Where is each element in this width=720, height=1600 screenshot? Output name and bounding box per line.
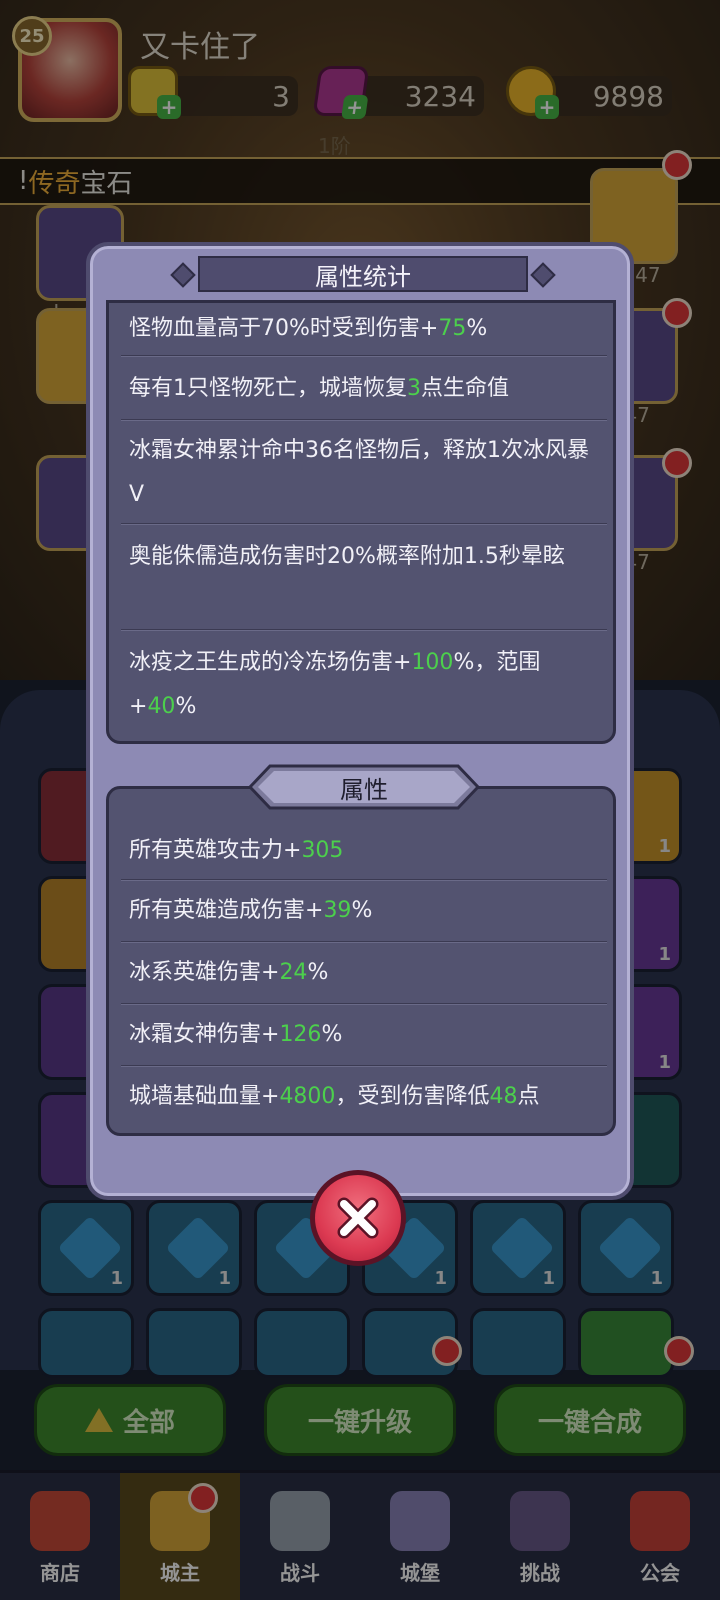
stat-suffix: 点生命值 [421,376,510,401]
attr-suffix: % [307,960,329,985]
stat-row: 冰霜女神累计命中36名怪物后，释放1次冰风暴V [129,429,599,517]
modal-title: 属性统计 [198,256,528,292]
stat-row: 冰疫之王生成的冷冻场伤害+100%，范围+40% [129,641,599,729]
attributes-title: 属性 [340,775,388,804]
divider [121,1065,607,1067]
divider [121,629,607,631]
attr-text: 城墙基础血量+ [129,1084,280,1109]
stat-suffix-2: % [175,694,197,719]
attributes-panel: 所有英雄攻击力+305 所有英雄造成伤害+39% 冰系英雄伤害+24% 冰霜女神… [106,786,616,1136]
attr-row: 冰霜女神伤害+126% [129,1013,599,1057]
stat-row: 奥能侏儒造成伤害时20%概率附加1.5秒晕眩 [129,535,599,579]
attr-value: 24 [279,960,308,985]
stats-panel[interactable]: 怪物血量高于70%时受到伤害+75% 每有1只怪物死亡，城墙恢复3点生命值 冰霜… [106,300,616,744]
attr-suffix: ，受到伤害降低 [335,1084,490,1109]
attr-value: 126 [279,1022,322,1047]
close-icon [337,1197,379,1239]
attr-text: 所有英雄造成伤害+ [129,898,324,923]
divider [121,1003,607,1005]
attr-value: 4800 [279,1084,336,1109]
stat-row: 每有1只怪物死亡，城墙恢复3点生命值 [129,367,599,411]
stat-text: 冰疫之王生成的冷冻场伤害+ [129,650,412,675]
divider [121,941,607,943]
divider [121,879,607,881]
attr-value: 305 [301,838,344,863]
divider [121,355,607,357]
attr-row: 所有英雄造成伤害+39% [129,889,599,933]
attr-value-2: 48 [489,1084,518,1109]
stat-value: 3 [407,376,421,401]
attributes-header: 属性 [246,764,482,810]
stat-text: 每有1只怪物死亡，城墙恢复 [129,376,407,401]
stat-value-2: 40 [147,694,176,719]
stat-row: 怪物血量高于70%时受到伤害+75% [129,307,599,351]
stat-value: 75 [438,316,467,341]
stat-value: 100 [411,650,454,675]
stat-text: 冰霜女神累计命中36名怪物后，释放1次冰风暴V [129,438,589,507]
attribute-stats-modal: 属性统计 怪物血量高于70%时受到伤害+75% 每有1只怪物死亡，城墙恢复3点生… [86,242,634,1200]
attr-suffix: % [321,1022,343,1047]
attr-row: 城墙基础血量+4800，受到伤害降低48点 [129,1075,599,1119]
attr-text: 冰霜女神伤害+ [129,1022,280,1047]
close-button[interactable] [310,1170,406,1266]
attr-row: 冰系英雄伤害+24% [129,951,599,995]
divider [121,523,607,525]
attr-text: 冰系英雄伤害+ [129,960,280,985]
attr-text: 所有英雄攻击力+ [129,838,302,863]
attr-suffix-2: 点 [517,1084,540,1109]
stat-text: 怪物血量高于70%时受到伤害+ [129,316,439,341]
attr-row: 所有英雄攻击力+305 [129,829,599,873]
divider [121,419,607,421]
attr-value: 39 [323,898,352,923]
stat-text: 奥能侏儒造成伤害时20%概率附加1.5秒晕眩 [129,544,565,569]
attr-suffix: % [351,898,373,923]
stat-suffix: % [466,316,488,341]
